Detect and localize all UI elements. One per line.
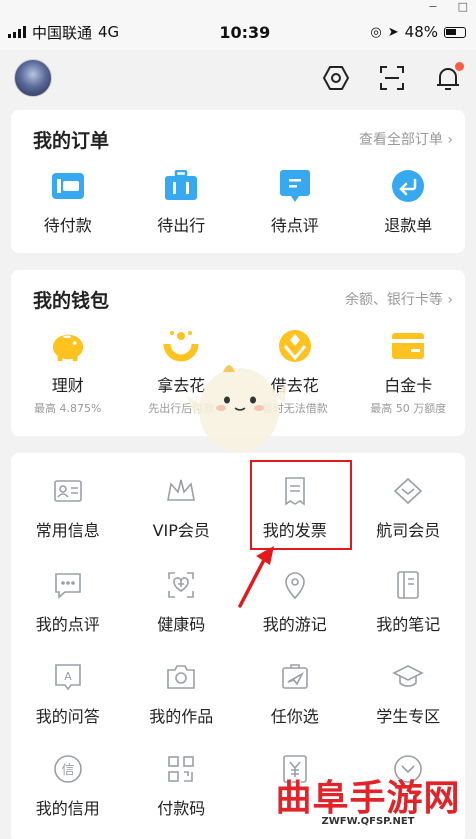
settings-hexagon-icon[interactable]	[322, 64, 350, 92]
wallet-icon	[50, 168, 86, 204]
order-pending-review[interactable]: 待点评	[238, 168, 352, 236]
bell-icon[interactable]	[434, 62, 464, 92]
status-bar: 中国联通 4G 10:39 ◎ ➤ 48%	[0, 0, 476, 50]
crown-icon	[167, 479, 196, 501]
network-label: 4G	[98, 23, 120, 41]
mascot-sticker	[183, 352, 293, 466]
service-my-credit[interactable]: 信 我的信用	[11, 753, 125, 819]
view-all-orders-link[interactable]: 查看全部订单 ›	[359, 129, 453, 149]
card-icon	[390, 328, 426, 364]
service-common-info[interactable]: 常用信息	[11, 475, 125, 541]
minimize-button[interactable]: −	[428, 0, 437, 13]
invoice-highlight-box	[250, 460, 352, 550]
qr-code-icon	[168, 756, 195, 782]
refund-icon	[390, 168, 426, 204]
maximize-button[interactable]: □	[458, 0, 468, 13]
service-student-zone[interactable]: 学生专区	[352, 661, 466, 727]
review-icon	[54, 573, 81, 599]
suitcase-icon	[163, 168, 199, 204]
clock: 10:39	[219, 22, 271, 42]
avatar[interactable]	[14, 59, 52, 97]
notebook-icon	[397, 571, 420, 599]
order-refunds[interactable]: 退款单	[352, 168, 466, 236]
id-card-icon	[53, 480, 82, 502]
credit-icon: 信	[53, 755, 82, 783]
service-my-qa[interactable]: A 我的问答	[11, 661, 125, 727]
site-watermark: 曲阜手游网 ZWFW.QFSP.NET	[262, 778, 474, 827]
wallet-platinum-card[interactable]: 白金卡 最高 50 万额度	[352, 328, 466, 416]
wallet-wealth[interactable]: 理财 最高 4.875%	[11, 328, 125, 416]
service-my-notes[interactable]: 我的笔记	[352, 569, 466, 635]
service-health-code[interactable]: 健康码	[125, 569, 239, 635]
orders-card: 我的订单 查看全部订单 › 待付款 待出行 待点评 退款单	[11, 110, 465, 253]
wallet-title: 我的钱包	[33, 290, 110, 312]
svg-text:信: 信	[61, 763, 74, 778]
order-pending-payment[interactable]: 待付款	[11, 168, 125, 236]
lock-rotation-icon: ◎	[370, 24, 382, 40]
battery-percent: 48%	[404, 23, 438, 41]
service-vip[interactable]: VIP会员	[125, 475, 239, 541]
carrier-label: 中国联通	[32, 23, 93, 42]
battery-icon	[444, 26, 466, 38]
comment-icon	[277, 168, 313, 204]
ticket-icon	[281, 664, 308, 689]
service-airline-member[interactable]: 航司会员	[352, 475, 466, 541]
service-payment-code[interactable]: 付款码	[125, 753, 239, 819]
watermark-title: 曲阜手游网	[275, 777, 461, 819]
service-pick-any[interactable]: 任你选	[238, 661, 352, 727]
signal-icon	[8, 26, 26, 38]
top-bar	[0, 50, 476, 106]
orders-title: 我的订单	[33, 130, 110, 152]
svg-text:A: A	[64, 670, 72, 683]
camera-icon	[167, 665, 196, 689]
window-controls: − □	[428, 0, 468, 13]
pointer-arrow-icon	[238, 546, 274, 608]
service-my-reviews[interactable]: 我的点评	[11, 569, 125, 635]
airline-icon	[394, 477, 423, 505]
location-arrow-icon: ➤	[387, 24, 399, 40]
scan-icon[interactable]	[378, 64, 406, 92]
health-code-icon	[168, 572, 195, 598]
wallet-balance-link[interactable]: 余额、银行卡等 ›	[345, 289, 453, 309]
qa-icon: A	[54, 664, 81, 691]
order-upcoming-trip[interactable]: 待出行	[125, 168, 239, 236]
piggy-bank-icon	[50, 328, 86, 364]
service-my-works[interactable]: 我的作品	[125, 661, 239, 727]
graduation-cap-icon	[392, 665, 425, 687]
location-icon	[284, 572, 305, 600]
notification-dot	[455, 62, 464, 71]
